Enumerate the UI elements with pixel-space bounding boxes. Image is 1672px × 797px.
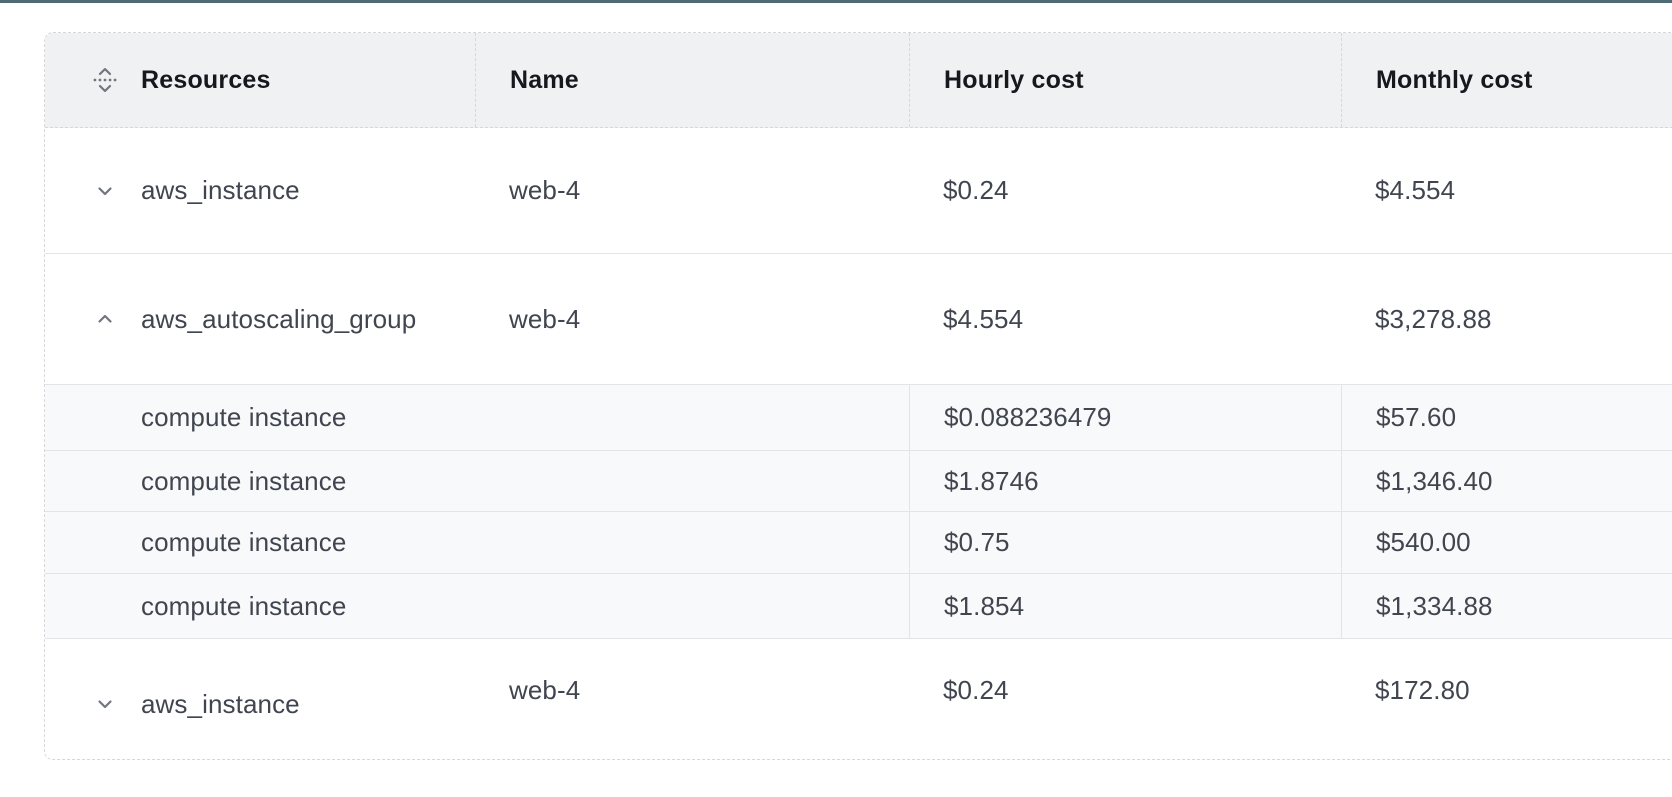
name-cell: web-4 [475, 629, 909, 751]
resource-label: aws_instance [141, 689, 300, 720]
table-body: aws_instanceweb-4$0.24$4.554aws_autoscal… [45, 128, 1672, 760]
column-header-label: Hourly cost [944, 66, 1084, 95]
drag-handle-icon[interactable] [89, 65, 121, 95]
resource-cell: aws_instance [45, 643, 475, 760]
chevron-down-icon[interactable] [89, 179, 121, 203]
name-cell: web-4 [475, 254, 909, 384]
monthly-cost-cell: $540.00 [1341, 512, 1672, 573]
column-header-label: Name [510, 66, 579, 95]
column-header-monthly-cost: Monthly cost [1341, 33, 1672, 127]
name-cell: web-4 [475, 128, 909, 253]
sub-resource-label-cell: compute instance [45, 385, 909, 450]
column-header-hourly-cost: Hourly cost [909, 33, 1341, 127]
monthly-cost-cell: $172.80 [1341, 629, 1672, 751]
hourly-cost-cell: $4.554 [909, 254, 1341, 384]
top-accent-line [0, 0, 1672, 3]
resource-label: aws_instance [141, 175, 300, 206]
resource-row: aws_autoscaling_group web-4$4.554$3,278.8… [45, 253, 1672, 384]
chevron-up-icon[interactable] [89, 307, 121, 331]
resource-cell: aws_autoscaling_group [45, 254, 475, 384]
sub-resource-label-cell: compute instance [45, 451, 909, 511]
monthly-cost-cell: $57.60 [1341, 385, 1672, 450]
column-header-name: Name [475, 33, 909, 127]
hourly-cost-cell: $0.75 [909, 512, 1341, 573]
resource-row: aws_instance web-4$0.24$4.554 [45, 128, 1672, 253]
chevron-down-icon[interactable] [89, 692, 121, 716]
cost-breakdown-table: Resources Name Hourly cost Monthly cost … [44, 32, 1672, 760]
hourly-cost-cell: $0.24 [909, 128, 1341, 253]
monthly-cost-cell: $3,278.88 [1341, 254, 1672, 384]
sub-resource-row: compute instance$1.8746$1,346.40 [45, 450, 1672, 511]
resource-row: aws_instanceweb-4$0.24$172.80 [45, 638, 1672, 760]
hourly-cost-cell: $1.8746 [909, 451, 1341, 511]
resource-cell: aws_instance [45, 128, 475, 253]
hourly-cost-cell: $0.088236479 [909, 385, 1341, 450]
sub-resource-row: compute instance$0.088236479$57.60 [45, 384, 1672, 450]
column-header-resources: Resources [45, 33, 475, 127]
sub-resource-label-cell: compute instance [45, 512, 909, 573]
column-header-label: Monthly cost [1376, 66, 1533, 95]
sub-resource-row: compute instance$0.75$540.00 [45, 511, 1672, 573]
resource-label: aws_autoscaling_group [141, 304, 416, 335]
monthly-cost-cell: $4.554 [1341, 128, 1672, 253]
hourly-cost-cell: $0.24 [909, 629, 1341, 751]
table-header-row: Resources Name Hourly cost Monthly cost [45, 33, 1672, 128]
column-header-label: Resources [141, 66, 271, 95]
monthly-cost-cell: $1,346.40 [1341, 451, 1672, 511]
